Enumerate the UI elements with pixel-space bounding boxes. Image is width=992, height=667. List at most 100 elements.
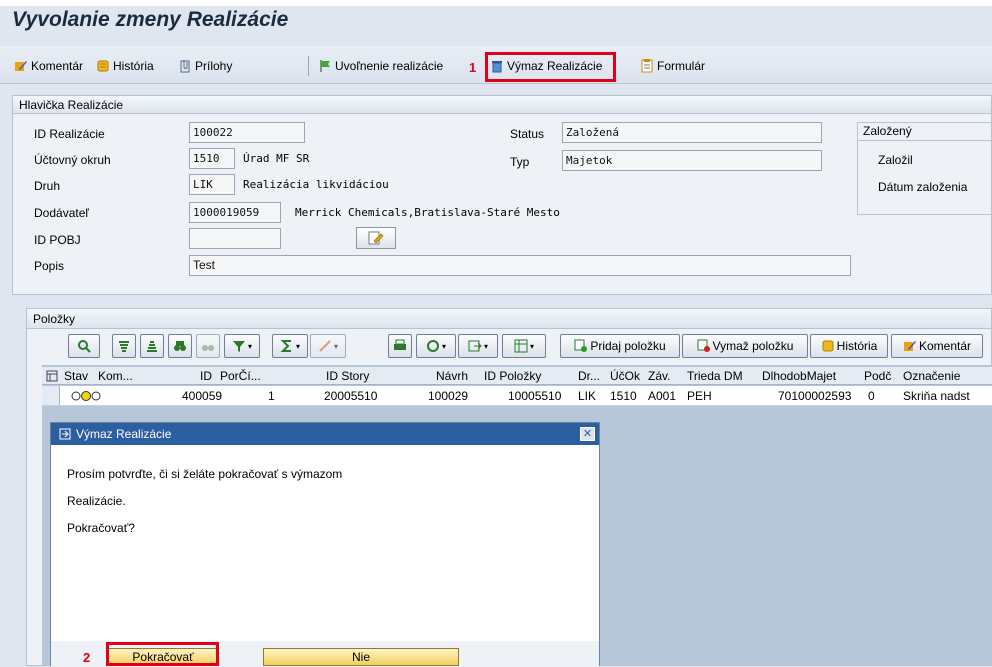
history-scroll-icon <box>822 340 834 352</box>
print-button[interactable] <box>388 334 412 358</box>
layout-button[interactable]: ▾ <box>502 334 546 358</box>
vymaz-polozku-button[interactable]: Vymaž položku <box>682 334 808 358</box>
sort-ascending-icon <box>119 341 129 352</box>
binoculars-next-icon <box>202 345 214 351</box>
col-header-id-story[interactable]: ID Story <box>326 369 369 383</box>
cell-druh: LIK <box>578 389 597 403</box>
find-next-button[interactable] <box>196 334 220 358</box>
col-header-id[interactable]: ID <box>200 369 212 383</box>
typ-field[interactable]: Majetok <box>562 150 822 171</box>
uctovny-okruh-label: Účtovný okruh <box>34 153 111 167</box>
status-field[interactable]: Založená <box>562 122 822 143</box>
view-icon <box>426 340 439 352</box>
dodavatel-field[interactable]: 1000019059 <box>189 202 281 223</box>
col-header-dr[interactable]: Dr... <box>578 369 600 383</box>
callout-number-1: 1 <box>469 60 477 75</box>
cell-podc: 0 <box>868 389 875 403</box>
druh-field[interactable]: LIK <box>189 174 235 195</box>
items-historia-button[interactable]: História <box>810 334 888 358</box>
sort-desc-button[interactable] <box>140 334 164 358</box>
uctovny-okruh-field[interactable]: 1510 <box>189 148 235 169</box>
col-header-trieda-dm[interactable]: Trieda DM <box>687 369 743 383</box>
zalozil-label: Založil <box>878 153 913 167</box>
col-header-porci[interactable]: PorČí... <box>220 369 261 383</box>
edit-pobj-button[interactable] <box>356 227 396 249</box>
col-header-id-polozky[interactable]: ID Položky <box>484 369 541 383</box>
edit-pencil-icon <box>368 231 384 245</box>
id-realizacie-field[interactable]: 100022 <box>189 122 305 143</box>
druh-name: Realizácia likvidáciou <box>243 178 389 191</box>
close-icon[interactable]: ✕ <box>580 427 595 441</box>
history-scroll-icon <box>97 60 109 72</box>
id-pobj-field[interactable] <box>189 228 281 249</box>
callout-number-2: 2 <box>83 650 91 665</box>
dropdown-caret-icon: ▾ <box>483 341 488 351</box>
prilohy-label: Prílohy <box>195 59 233 73</box>
komentar-label: Komentár <box>31 59 84 73</box>
window-icon <box>59 428 71 440</box>
hlavicka-title: Hlavička Realizácie <box>13 96 991 114</box>
pridaj-polozku-button[interactable]: Pridaj položku <box>560 334 680 358</box>
cell-porci: 1 <box>268 389 275 403</box>
druh-label: Druh <box>34 179 61 193</box>
dropdown-caret-icon: ▾ <box>247 341 252 351</box>
items-komentar-label: Komentár <box>918 339 972 353</box>
export-icon <box>468 340 482 352</box>
col-header-ucok[interactable]: ÚčOk <box>610 369 640 383</box>
datum-zalozenia-label: Dátum založenia <box>878 180 968 194</box>
popis-label: Popis <box>34 259 65 273</box>
col-header-oznacenie[interactable]: Označenie <box>903 369 960 383</box>
row-selector[interactable] <box>42 386 60 405</box>
nie-button[interactable]: Nie <box>263 648 459 666</box>
popis-field[interactable]: Test <box>189 255 851 276</box>
cell-ucok: 1510 <box>610 389 637 403</box>
prilohy-button[interactable]: Prílohy <box>178 57 232 75</box>
formular-button[interactable]: Formulár <box>640 57 705 75</box>
cell-id-story: 20005510 <box>324 389 378 403</box>
sum-button[interactable]: ▾ <box>272 334 308 358</box>
details-button[interactable] <box>68 334 100 358</box>
select-all-icon[interactable] <box>46 370 58 382</box>
subtotal-button[interactable]: ▾ <box>310 334 346 358</box>
col-header-dlhodob-majet[interactable]: DlhodobMajet <box>762 369 836 383</box>
dropdown-caret-icon: ▾ <box>441 341 446 351</box>
add-row-icon <box>574 339 588 352</box>
comment-pencil-icon <box>903 341 916 351</box>
status-label: Status <box>510 127 545 141</box>
col-header-stav[interactable]: Stav <box>64 369 88 383</box>
formular-label: Formulár <box>657 59 706 73</box>
cell-id: 400059 <box>182 389 223 403</box>
dropdown-caret-icon: ▾ <box>529 341 534 351</box>
cell-navrh: 100029 <box>428 389 469 403</box>
col-header-kom[interactable]: Kom... <box>98 369 133 383</box>
dodavatel-label: Dodávateľ <box>34 206 89 220</box>
zalozeny-title: Založený <box>858 123 991 141</box>
views-button[interactable]: ▾ <box>416 334 456 358</box>
find-button[interactable] <box>168 334 192 358</box>
table-row[interactable]: 400059 1 20005510 100029 10005510 LIK 15… <box>42 386 992 406</box>
sort-asc-button[interactable] <box>112 334 136 358</box>
magnifier-icon <box>78 340 91 353</box>
attachment-clip-icon <box>180 60 190 73</box>
komentar-button[interactable]: Komentár <box>14 57 83 75</box>
dodavatel-name: Merrick Chemicals,Bratislava-Staré Mesto <box>295 206 560 219</box>
col-header-navrh[interactable]: Návrh <box>436 369 468 383</box>
filter-button[interactable]: ▾ <box>224 334 260 358</box>
historia-label: História <box>113 59 154 73</box>
filter-funnel-icon <box>232 341 245 352</box>
highlight-box-2 <box>106 642 219 666</box>
cell-oznacenie: Skriňa nadst <box>903 389 970 403</box>
col-header-podc[interactable]: Podč <box>864 369 891 383</box>
uvolnenie-button[interactable]: Uvoľnenie realizácie <box>318 57 443 75</box>
vymaz-dialog: Výmaz Realizácie ✕ Prosím potvrďte, či s… <box>50 422 600 667</box>
printer-icon <box>394 339 406 350</box>
items-komentar-button[interactable]: Komentár <box>891 334 983 358</box>
historia-button[interactable]: História <box>96 57 154 75</box>
vymaz-polozku-label: Vymaž položku <box>712 339 794 353</box>
dialog-text-line3: Pokračovať? <box>67 521 135 535</box>
col-header-zav[interactable]: Záv. <box>648 369 670 383</box>
export-button[interactable]: ▾ <box>458 334 498 358</box>
comment-pencil-icon <box>15 61 27 71</box>
toolbar-separator <box>308 56 309 76</box>
dialog-text-line1: Prosím potvrďte, či si želáte pokračovať… <box>67 467 343 481</box>
